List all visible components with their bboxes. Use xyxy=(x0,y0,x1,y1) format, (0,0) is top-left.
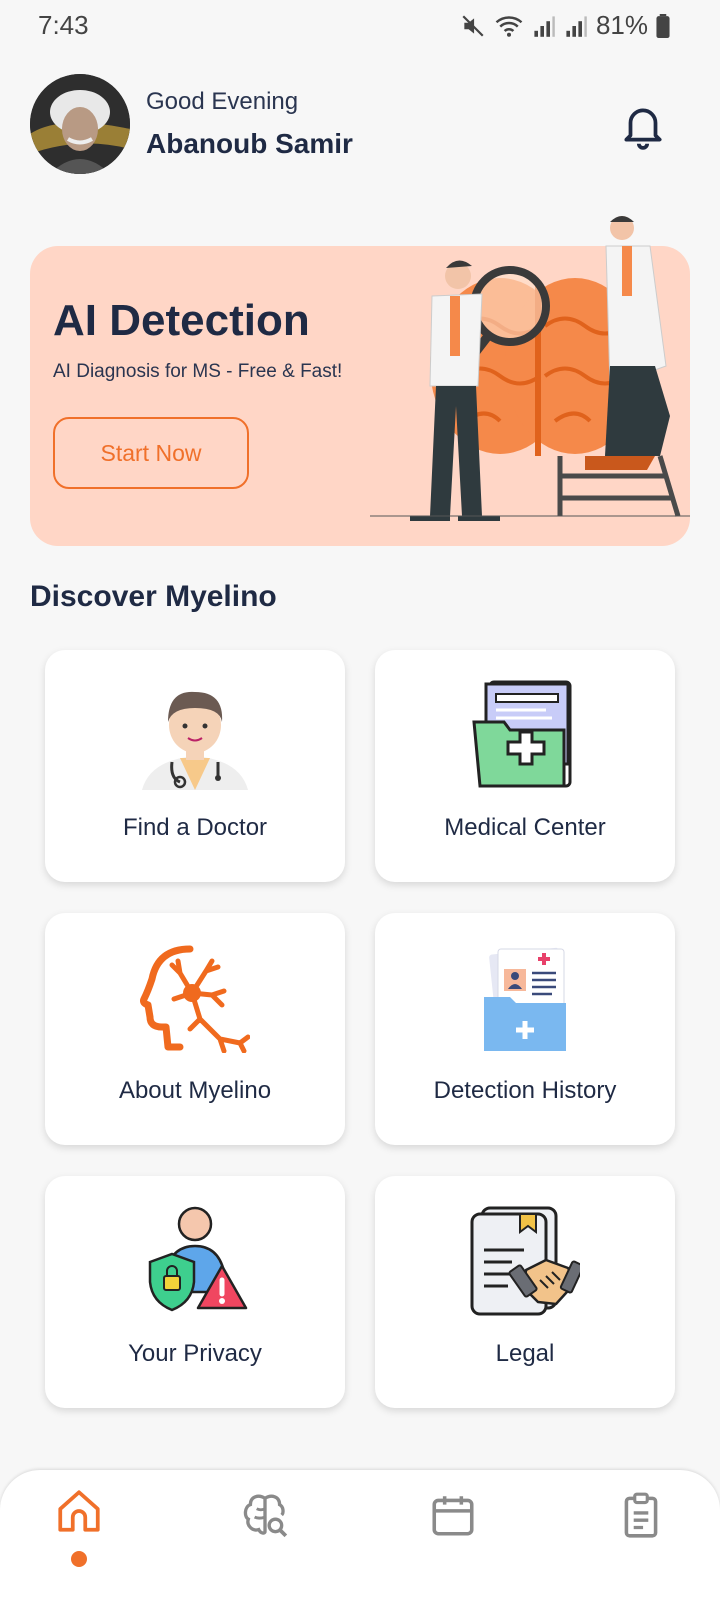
find-doctor-card[interactable]: Find a Doctor xyxy=(45,650,345,882)
privacy-icon xyxy=(148,1206,248,1312)
calendar-icon[interactable] xyxy=(428,1490,478,1540)
banner-title: AI Detection xyxy=(53,296,310,345)
avatar[interactable] xyxy=(30,74,130,174)
detection-history-card[interactable]: Detection History xyxy=(375,913,675,1145)
start-now-button[interactable]: Start Now xyxy=(53,417,249,489)
mute-icon xyxy=(462,14,484,37)
battery-percent: 81% xyxy=(595,10,648,40)
your-privacy-card[interactable]: Your Privacy xyxy=(45,1176,345,1408)
card-label: Find a Doctor xyxy=(122,814,268,841)
status-time: 7:43 xyxy=(38,10,89,40)
legal-handshake-icon xyxy=(470,1206,580,1316)
medical-center-card[interactable]: Medical Center xyxy=(375,650,675,882)
card-label: Your Privacy xyxy=(128,1340,262,1367)
ai-detection-banner: AI Detection AI Diagnosis for MS - Free … xyxy=(30,216,690,546)
greeting-text: Good Evening xyxy=(146,88,299,115)
user-name: Abanoub Samir xyxy=(146,128,353,159)
banner-subtitle: AI Diagnosis for MS - Free & Fast! xyxy=(53,361,343,382)
legal-card[interactable]: Legal xyxy=(375,1176,675,1408)
card-label: Medical Center xyxy=(444,814,606,841)
discover-section-title: Discover Myelino xyxy=(30,580,277,613)
brain-research-illustration-icon xyxy=(370,216,690,521)
card-label: About Myelino xyxy=(118,1077,272,1104)
doctor-icon xyxy=(142,691,248,790)
neuron-head-icon xyxy=(140,945,250,1053)
brain-search-icon[interactable] xyxy=(240,1490,290,1540)
home-icon[interactable] xyxy=(54,1486,104,1536)
wifi-icon xyxy=(495,15,523,37)
records-folder-icon xyxy=(484,947,566,1051)
status-icons: 81% xyxy=(460,10,670,41)
battery-icon xyxy=(656,13,670,38)
card-label: Legal xyxy=(495,1340,555,1367)
medical-folder-icon xyxy=(472,680,572,788)
clipboard-icon[interactable] xyxy=(616,1490,666,1540)
active-tab-indicator xyxy=(71,1551,87,1567)
signal-icon xyxy=(534,15,555,37)
bottom-navigation xyxy=(0,1470,720,1610)
card-label: Detection History xyxy=(433,1077,617,1104)
about-myelino-card[interactable]: About Myelino xyxy=(45,913,345,1145)
profile-photo-icon xyxy=(30,74,130,174)
signal-icon-2 xyxy=(566,15,587,37)
bell-icon[interactable] xyxy=(618,100,668,150)
